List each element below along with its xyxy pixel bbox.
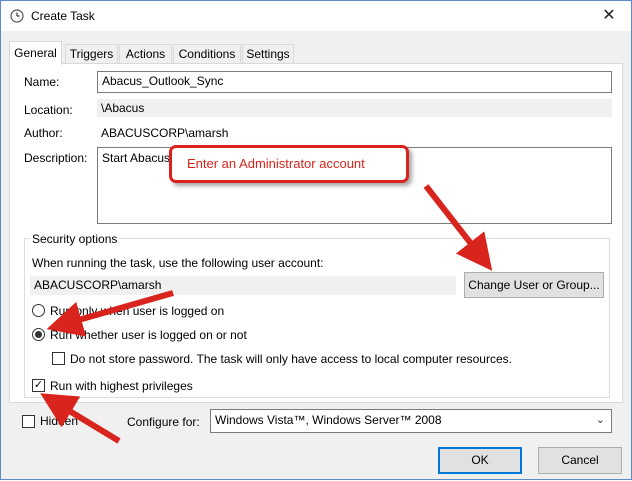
- author-label: Author:: [24, 126, 63, 140]
- name-label: Name:: [24, 75, 60, 89]
- tab-actions[interactable]: Actions: [119, 44, 172, 64]
- configure-for-label: Configure for:: [127, 415, 200, 429]
- radio-selected-dot: [35, 331, 42, 338]
- hidden-label: Hidden: [40, 414, 79, 428]
- name-field[interactable]: Abacus_Outlook_Sync: [97, 71, 612, 93]
- location-value: \Abacus: [97, 99, 612, 117]
- tab-settings[interactable]: Settings: [242, 44, 294, 64]
- security-options-label: Security options: [30, 232, 120, 246]
- highest-privileges-checkbox[interactable]: ✓: [32, 379, 45, 392]
- title-bar: Create Task ✕: [1, 1, 631, 31]
- tab-general[interactable]: General: [9, 41, 62, 65]
- annotation-callout: Enter an Administrator account: [169, 145, 409, 183]
- author-value: ABACUSCORP\amarsh: [101, 126, 229, 140]
- general-panel: Name: Abacus_Outlook_Sync Location: \Aba…: [9, 63, 623, 403]
- do-not-store-password-label: Do not store password. The task will onl…: [70, 352, 512, 366]
- clock-icon: [10, 9, 24, 23]
- hidden-checkbox[interactable]: [22, 415, 35, 428]
- run-whether-logged-on-radio[interactable]: [32, 328, 45, 341]
- highest-privileges-label: Run with highest privileges: [50, 379, 193, 393]
- tab-triggers[interactable]: Triggers: [65, 44, 118, 64]
- ok-button[interactable]: OK: [438, 447, 522, 474]
- description-label: Description:: [24, 151, 88, 165]
- run-only-logged-on-label: Run only when user is logged on: [50, 304, 225, 318]
- window-title: Create Task: [31, 9, 95, 23]
- chevron-down-icon: ⌄: [595, 414, 605, 426]
- create-task-window: Create Task ✕ General Triggers Actions C…: [0, 0, 632, 480]
- tab-conditions[interactable]: Conditions: [173, 44, 241, 64]
- change-user-button[interactable]: Change User or Group...: [464, 272, 604, 298]
- location-label: Location:: [24, 103, 73, 117]
- do-not-store-password-checkbox[interactable]: [52, 352, 65, 365]
- configure-for-value: Windows Vista™, Windows Server™ 2008: [215, 413, 442, 427]
- configure-for-select[interactable]: Windows Vista™, Windows Server™ 2008 ⌄: [210, 409, 612, 433]
- run-only-logged-on-radio[interactable]: [32, 304, 45, 317]
- cancel-button[interactable]: Cancel: [538, 447, 622, 474]
- user-account-value: ABACUSCORP\amarsh: [30, 276, 456, 295]
- run-whether-logged-on-label: Run whether user is logged on or not: [50, 328, 247, 342]
- close-icon[interactable]: ✕: [587, 1, 631, 31]
- account-prompt: When running the task, use the following…: [32, 256, 324, 270]
